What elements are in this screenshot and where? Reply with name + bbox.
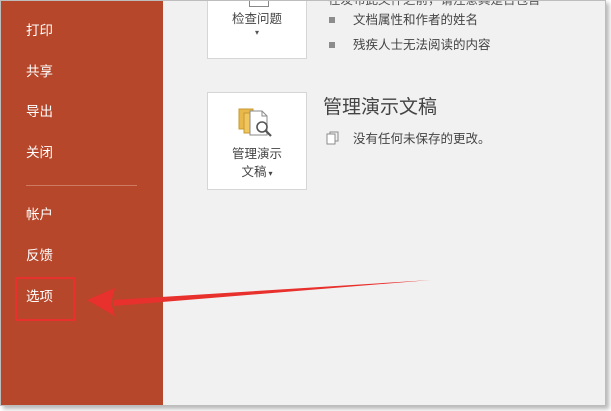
app-window: 打印 共享 导出 关闭 帐户 反馈 选项 在发布此文件之前，请注意其是否包含 检…: [0, 0, 606, 406]
annotation-arrow-icon: [87, 280, 431, 316]
